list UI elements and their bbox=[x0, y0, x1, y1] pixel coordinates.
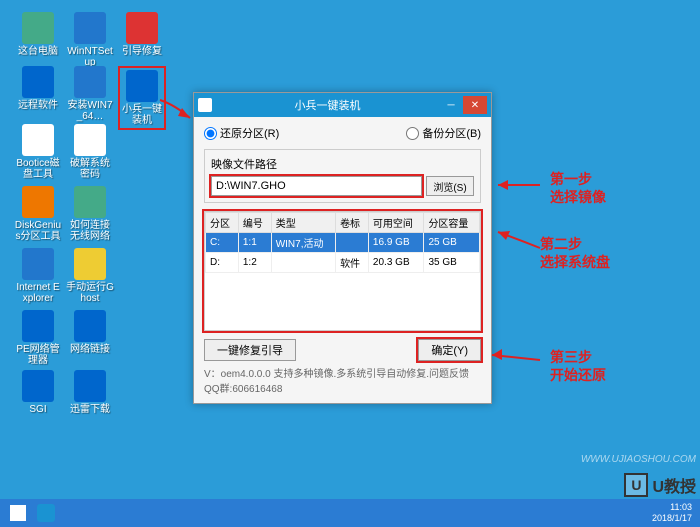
icon-label: 迅雷下载 bbox=[66, 404, 114, 415]
close-button[interactable]: ✕ bbox=[463, 96, 487, 114]
icon-label: 手动运行Ghost bbox=[66, 282, 114, 304]
dialog-body: 还原分区(R) 备份分区(B) 映像文件路径 浏览(S) 分区编号类型卷标可用空… bbox=[194, 117, 491, 403]
icon-label: 这台电脑 bbox=[14, 46, 62, 57]
radio-restore[interactable]: 还原分区(R) bbox=[204, 125, 279, 141]
titlebar[interactable]: 小兵一键装机 ─ ✕ bbox=[194, 93, 491, 117]
desktop-icon[interactable]: 破解系统密码 bbox=[66, 124, 114, 180]
installer-dialog: 小兵一键装机 ─ ✕ 还原分区(R) 备份分区(B) 映像文件路径 浏览(S) … bbox=[193, 92, 492, 404]
desktop-icon[interactable]: 手动运行Ghost bbox=[66, 248, 114, 304]
icon-label: SGI bbox=[14, 404, 62, 415]
status-text: V：oem4.0.0.0 支持多种镜像.多系统引导自动修复.问题反馈QQ群:60… bbox=[204, 361, 481, 399]
desktop-icon[interactable]: DiskGenius分区工具 bbox=[14, 186, 62, 242]
app-icon bbox=[74, 310, 106, 342]
column-header[interactable]: 分区容量 bbox=[424, 213, 480, 233]
icon-label: PE网络管理器 bbox=[14, 344, 62, 366]
watermark-url: WWW.UJIAOSHOU.COM bbox=[581, 454, 696, 465]
icon-label: 小兵一键装机 bbox=[122, 104, 162, 126]
app-icon bbox=[74, 248, 106, 280]
desktop-icon[interactable]: 远程软件 bbox=[14, 66, 62, 111]
desktop-icon[interactable]: 小兵一键装机 bbox=[118, 66, 166, 130]
minimize-button[interactable]: ─ bbox=[439, 96, 463, 114]
app-icon bbox=[126, 70, 158, 102]
icon-label: Internet Explorer bbox=[14, 282, 62, 304]
desktop-icon[interactable]: 安装WIN7_64… bbox=[66, 66, 114, 122]
desktop-icon[interactable]: 如何连接无线网络 bbox=[66, 186, 114, 242]
taskbar: 11:03 2018/1/17 bbox=[0, 499, 700, 527]
icon-label: WinNTSetup bbox=[66, 46, 114, 68]
desktop-icon[interactable]: 这台电脑 bbox=[14, 12, 62, 57]
column-header[interactable]: 类型 bbox=[271, 213, 335, 233]
desktop-icon[interactable]: PE网络管理器 bbox=[14, 310, 62, 366]
system-tray[interactable]: 11:03 2018/1/17 bbox=[652, 502, 696, 524]
column-header[interactable]: 可用空间 bbox=[368, 213, 424, 233]
app-icon bbox=[22, 66, 54, 98]
desktop-icon[interactable]: Internet Explorer bbox=[14, 248, 62, 304]
taskbar-app-icon[interactable] bbox=[32, 501, 60, 525]
table-row[interactable]: D:1:2软件20.3 GB35 GB bbox=[206, 253, 480, 273]
icon-label: 安装WIN7_64… bbox=[66, 100, 114, 122]
start-button[interactable] bbox=[4, 501, 32, 525]
icon-label: 网络链接 bbox=[66, 344, 114, 355]
desktop-icon[interactable]: SGI bbox=[14, 370, 62, 415]
table-row[interactable]: C:1:1WIN7,活动16.9 GB25 GB bbox=[206, 233, 480, 253]
app-icon bbox=[74, 66, 106, 98]
app-icon bbox=[198, 98, 212, 112]
column-header[interactable]: 卷标 bbox=[336, 213, 369, 233]
desktop-icon[interactable]: 网络链接 bbox=[66, 310, 114, 355]
app-icon bbox=[74, 186, 106, 218]
app-icon bbox=[74, 12, 106, 44]
partition-table[interactable]: 分区编号类型卷标可用空间分区容量 C:1:1WIN7,活动16.9 GB25 G… bbox=[204, 211, 481, 331]
window-title: 小兵一键装机 bbox=[216, 97, 439, 113]
app-icon bbox=[22, 248, 54, 280]
icon-label: DiskGenius分区工具 bbox=[14, 220, 62, 242]
icon-label: Bootice磁盘工具 bbox=[14, 158, 62, 180]
app-icon bbox=[22, 310, 54, 342]
repair-boot-button[interactable]: 一键修复引导 bbox=[204, 339, 296, 361]
windows-logo-icon bbox=[10, 505, 26, 521]
app-icon bbox=[22, 124, 54, 156]
icon-label: 如何连接无线网络 bbox=[66, 220, 114, 242]
desktop-icon[interactable]: Bootice磁盘工具 bbox=[14, 124, 62, 180]
icon-label: 远程软件 bbox=[14, 100, 62, 111]
browse-button[interactable]: 浏览(S) bbox=[426, 176, 474, 196]
image-path-input[interactable] bbox=[211, 176, 422, 196]
ok-button[interactable]: 确定(Y) bbox=[418, 339, 481, 361]
app-icon bbox=[74, 124, 106, 156]
column-header[interactable]: 编号 bbox=[238, 213, 271, 233]
radio-backup[interactable]: 备份分区(B) bbox=[406, 125, 481, 141]
app-icon bbox=[22, 370, 54, 402]
desktop-icon[interactable]: WinNTSetup bbox=[66, 12, 114, 68]
step-2-label: 第二步选择系统盘 bbox=[540, 235, 610, 271]
path-label: 映像文件路径 bbox=[211, 156, 474, 172]
app-icon bbox=[22, 12, 54, 44]
desktop-icon[interactable]: 引导修复 bbox=[118, 12, 166, 57]
app-icon bbox=[126, 12, 158, 44]
desktop-icon[interactable]: 迅雷下载 bbox=[66, 370, 114, 415]
app-icon bbox=[74, 370, 106, 402]
step-1-label: 第一步选择镜像 bbox=[550, 170, 606, 206]
watermark-logo: U U教授 bbox=[624, 473, 696, 497]
step-3-label: 第三步开始还原 bbox=[550, 348, 606, 384]
icon-label: 引导修复 bbox=[118, 46, 166, 57]
app-icon bbox=[22, 186, 54, 218]
column-header[interactable]: 分区 bbox=[206, 213, 239, 233]
icon-label: 破解系统密码 bbox=[66, 158, 114, 180]
